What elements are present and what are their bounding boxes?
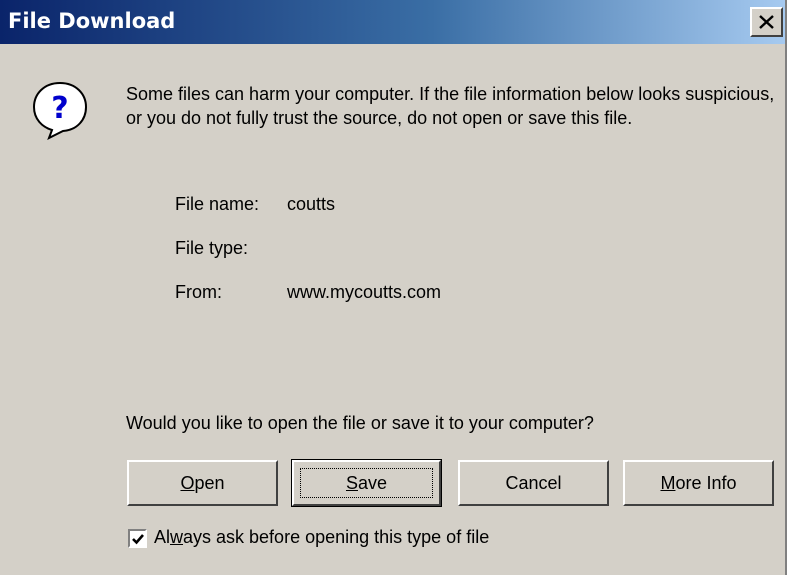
svg-text:?: ? bbox=[51, 91, 68, 126]
file-download-dialog: File Download ? Some files can harm your… bbox=[0, 0, 787, 575]
from-label: From: bbox=[175, 282, 222, 302]
file-type-label: File type: bbox=[175, 238, 249, 258]
cancel-button-label: Cancel bbox=[505, 472, 562, 493]
always-ask-label[interactable]: Always ask before opening this type of f… bbox=[154, 527, 489, 548]
close-icon bbox=[759, 15, 774, 29]
more-info-button-label: More Info bbox=[660, 472, 737, 493]
window-title: File Download bbox=[8, 9, 176, 33]
title-bar[interactable]: File Download bbox=[0, 0, 785, 44]
checkmark-icon bbox=[132, 534, 144, 545]
open-button[interactable]: Open bbox=[127, 460, 278, 506]
warning-message: Some files can harm your computer. If th… bbox=[126, 84, 775, 128]
download-question: Would you like to open the file or save … bbox=[126, 413, 594, 433]
from-value: www.mycoutts.com bbox=[287, 282, 442, 302]
file-name-value: coutts bbox=[287, 194, 336, 214]
focus-rectangle bbox=[300, 468, 433, 498]
close-button[interactable] bbox=[750, 7, 783, 37]
file-name-label: File name: bbox=[175, 194, 260, 214]
save-button[interactable]: Save bbox=[291, 459, 442, 507]
cancel-button[interactable]: Cancel bbox=[458, 460, 609, 506]
open-button-label: Open bbox=[180, 472, 225, 493]
more-info-button[interactable]: More Info bbox=[623, 460, 774, 506]
question-icon: ? bbox=[32, 81, 88, 140]
always-ask-checkbox[interactable] bbox=[128, 529, 147, 548]
